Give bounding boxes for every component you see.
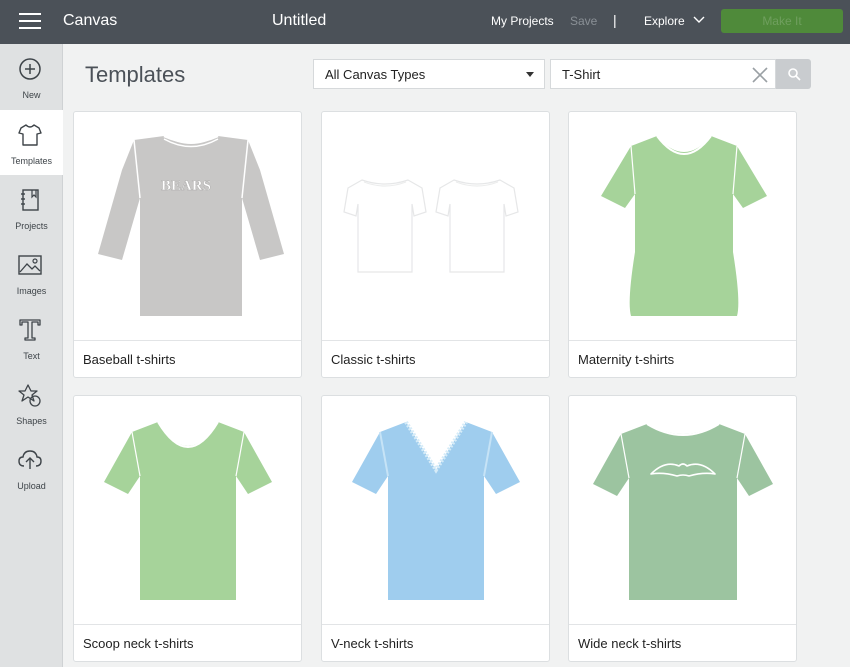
template-card-label: V-neck t-shirts: [331, 636, 414, 651]
template-card-label: Classic t-shirts: [331, 352, 416, 367]
nav-separator: |: [613, 12, 617, 28]
card-divider: [322, 340, 549, 341]
search-input[interactable]: T-Shirt: [550, 59, 776, 89]
sidebar-item-label: New: [22, 90, 41, 100]
image-icon: [18, 255, 42, 275]
notebook-icon: [21, 189, 39, 211]
baseball-tshirt-image: BEARS: [98, 134, 284, 316]
card-divider: [569, 624, 796, 625]
card-divider: [322, 624, 549, 625]
classic-tshirt-image: [343, 179, 519, 273]
app-title: Canvas: [63, 12, 118, 29]
page-title: Templates: [85, 62, 186, 87]
menu-icon[interactable]: [19, 13, 41, 31]
my-projects-link[interactable]: My Projects: [491, 14, 554, 28]
tshirt-icon: [18, 124, 42, 146]
search-value: T-Shirt: [562, 67, 601, 82]
sidebar-item-shapes[interactable]: Shapes: [0, 370, 63, 435]
left-sidebar: New Templates Projects Images Text Shape…: [0, 44, 63, 667]
template-card-label: Scoop neck t-shirts: [83, 636, 194, 651]
sidebar-item-label: Text: [23, 351, 40, 361]
document-title[interactable]: Untitled: [272, 12, 326, 30]
scoop-neck-tshirt-image: [104, 421, 272, 600]
canvas-type-value: All Canvas Types: [325, 67, 426, 82]
clear-search-icon[interactable]: [751, 66, 769, 84]
search-button[interactable]: [776, 59, 811, 89]
sidebar-item-templates[interactable]: Templates: [0, 110, 63, 175]
text-t-icon: [19, 319, 41, 341]
top-bar: Canvas Untitled My Projects Save | Explo…: [0, 0, 850, 44]
sidebar-item-images[interactable]: Images: [0, 240, 63, 305]
maternity-tshirt-image: [601, 135, 767, 316]
chevron-down-icon[interactable]: [693, 13, 705, 25]
v-neck-tshirt-image: [352, 420, 520, 600]
sidebar-item-text[interactable]: Text: [0, 305, 63, 370]
sidebar-item-label: Projects: [15, 221, 48, 231]
card-divider: [74, 624, 301, 625]
sidebar-item-projects[interactable]: Projects: [0, 175, 63, 240]
template-card-wide-neck[interactable]: Wide neck t-shirts: [568, 395, 797, 662]
card-divider: [74, 340, 301, 341]
sidebar-item-upload[interactable]: Upload: [0, 435, 63, 500]
sidebar-item-label: Images: [16, 286, 47, 296]
cloud-upload-icon: [18, 450, 42, 469]
wide-neck-tshirt-image: [593, 423, 773, 600]
template-card-classic[interactable]: Classic t-shirts: [321, 111, 550, 378]
shapes-icon: [18, 384, 41, 407]
save-button[interactable]: Save: [570, 14, 597, 28]
canvas-type-select[interactable]: All Canvas Types: [313, 59, 545, 89]
template-card-label: Maternity t-shirts: [578, 352, 675, 367]
template-card-maternity[interactable]: Maternity t-shirts: [568, 111, 797, 378]
template-card-label: Wide neck t-shirts: [578, 636, 682, 651]
shirt-print-text: BEARS: [161, 178, 211, 194]
search-icon: [788, 68, 801, 81]
template-card-label: Baseball t-shirts: [83, 352, 176, 367]
card-divider: [569, 340, 796, 341]
explore-menu[interactable]: Explore: [644, 14, 685, 28]
plus-circle-icon: [19, 58, 41, 80]
sidebar-item-new[interactable]: New: [0, 44, 63, 109]
sidebar-item-label: Shapes: [16, 416, 47, 426]
template-card-scoop-neck[interactable]: Scoop neck t-shirts: [73, 395, 302, 662]
template-card-baseball[interactable]: BEARS Baseball t-shirts: [73, 111, 302, 378]
sidebar-item-label: Upload: [17, 481, 46, 491]
sidebar-item-label: Templates: [10, 156, 53, 166]
template-card-v-neck[interactable]: V-neck t-shirts: [321, 395, 550, 662]
make-it-button[interactable]: Make It: [721, 9, 843, 33]
dropdown-caret-icon: [526, 72, 534, 77]
